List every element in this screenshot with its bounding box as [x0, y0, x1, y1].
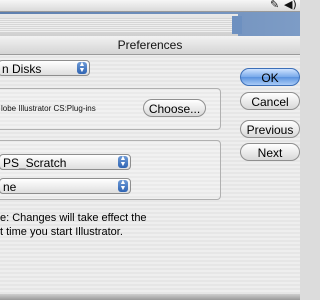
primary-scratch-popup[interactable]: PS_Scratch ▲ ▼ — [0, 154, 131, 170]
previous-button[interactable]: Previous — [240, 120, 300, 138]
dialog-title: Preferences — [0, 36, 300, 55]
section-popup-label: n Disks — [2, 62, 42, 76]
secondary-scratch-popup[interactable]: ne ▲ ▼ — [0, 178, 131, 194]
note-line-1: e: Changes will take effect the — [0, 212, 147, 224]
titlebar-stripes — [0, 18, 238, 32]
preferences-dialog: Preferences n Disks ▲ ▼ lobe Illustrator … — [0, 36, 300, 300]
scratch-disks-group: PS_Scratch ▲ ▼ ne ▲ ▼ — [0, 140, 221, 200]
note-line-2: t time you start Illustrator. — [0, 226, 123, 238]
next-button[interactable]: Next — [240, 143, 300, 161]
secondary-scratch-value: ne — [3, 180, 17, 194]
popup-arrows-icon: ▲ ▼ — [118, 155, 128, 168]
choose-button[interactable]: Choose... — [143, 99, 206, 117]
popup-arrows-icon: ▲ ▼ — [118, 179, 128, 192]
background-window-edge — [232, 16, 242, 34]
dialog-bottom-edge — [0, 294, 300, 300]
section-popup[interactable]: n Disks ▲ ▼ — [0, 60, 90, 76]
script-icon[interactable]: ✎ — [270, 0, 279, 11]
background-window-titlebar — [0, 14, 242, 37]
speaker-icon[interactable]: ◀) — [284, 0, 297, 11]
ok-button[interactable]: OK — [240, 68, 300, 86]
primary-scratch-value: PS_Scratch — [3, 156, 67, 170]
popup-arrows-icon: ▲ ▼ — [77, 61, 87, 74]
plugins-folder-group: lobe Illustrator CS:Plug-ins Choose... — [0, 88, 221, 130]
plugins-path: lobe Illustrator CS:Plug-ins — [1, 104, 96, 113]
menu-bar: ✎ ◀) — [0, 0, 300, 12]
cancel-button[interactable]: Cancel — [240, 92, 300, 110]
